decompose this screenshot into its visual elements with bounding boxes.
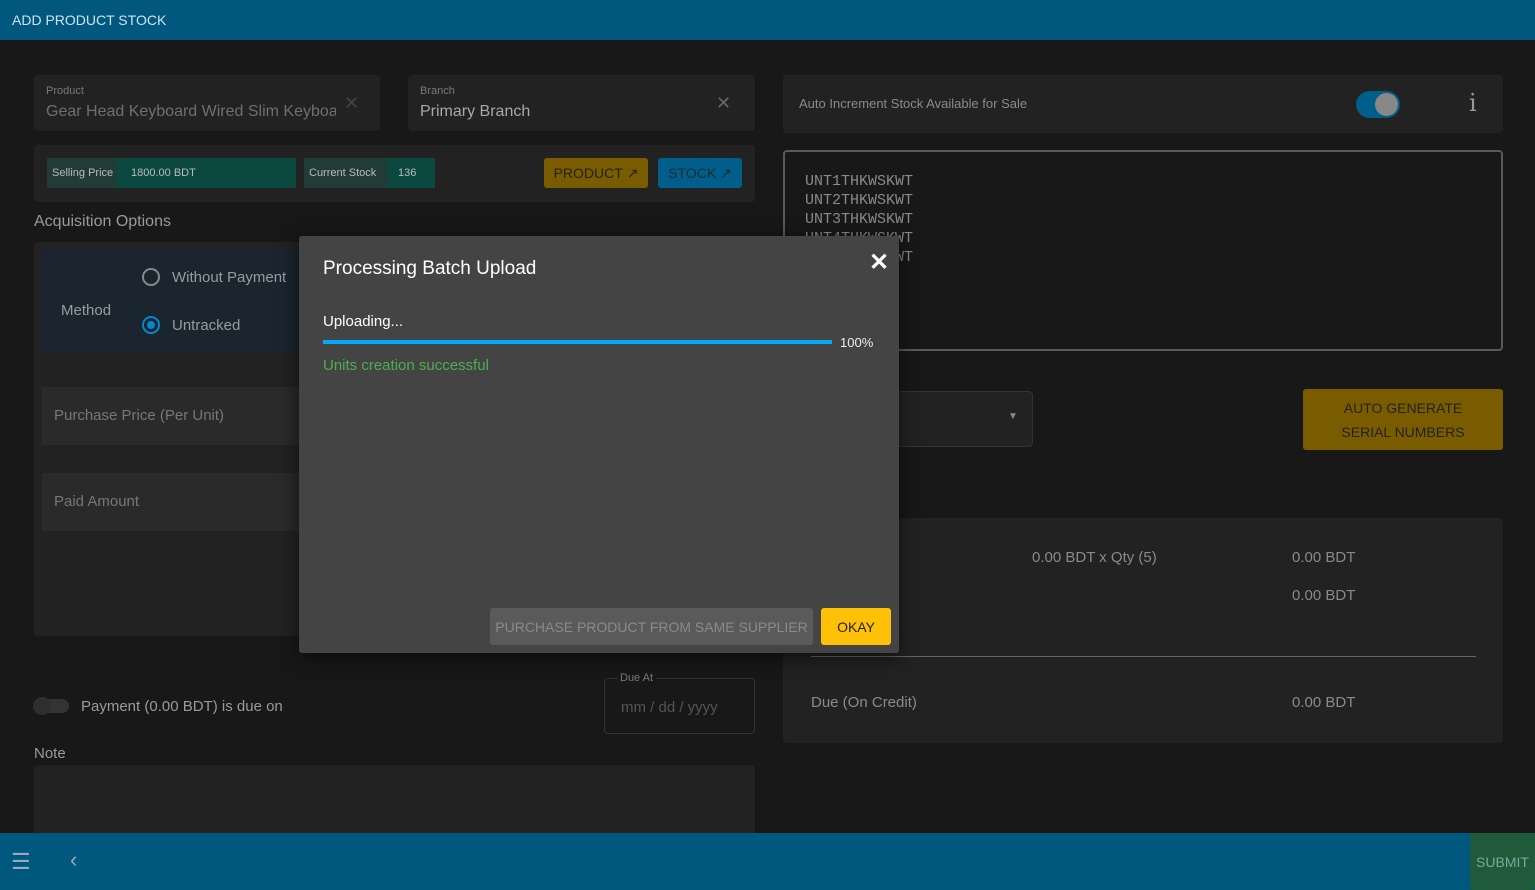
page-title: ADD PRODUCT STOCK <box>12 12 167 28</box>
purchase-price-input[interactable]: Purchase Price (Per Unit) <box>42 387 334 445</box>
progress-label: 100% <box>840 335 874 350</box>
app-header: ADD PRODUCT STOCK <box>0 0 1535 40</box>
due-at-label: Due At <box>617 672 657 684</box>
clear-branch-icon[interactable]: ✕ <box>716 93 731 114</box>
serial-5: UNT5THKWSKWT <box>805 248 1481 267</box>
radio-without-payment[interactable] <box>142 268 160 286</box>
summary-row-1-value: 0.00 BDT <box>1292 549 1356 566</box>
submit-button[interactable]: SUBMIT <box>1470 833 1535 890</box>
serial-3: UNT3THKWSKWT <box>805 211 914 228</box>
method-label: Method <box>61 302 112 319</box>
chevron-down-icon: ▼ <box>1008 411 1018 422</box>
method-group: Method Without Payment Untracked <box>42 250 334 353</box>
progress-bar <box>323 340 832 344</box>
auto-increment-toggle[interactable] <box>1356 91 1400 118</box>
selling-price-text: 1800.00 BDT <box>131 167 196 179</box>
stock-link-button[interactable]: STOCK ↗ <box>658 158 742 188</box>
current-stock-label: Current Stock <box>304 158 387 188</box>
note-input[interactable] <box>34 765 755 835</box>
okay-button[interactable]: OKAY <box>821 608 891 645</box>
payment-due-toggle[interactable] <box>33 697 69 715</box>
note-label: Note <box>34 745 66 762</box>
paid-amount-input[interactable]: Paid Amount <box>42 473 334 531</box>
option-untracked[interactable]: Untracked <box>172 317 240 334</box>
serial-1: UNT1THKWSKWT <box>805 173 914 190</box>
serial-4: UNT4THKWSKWT <box>805 229 1481 248</box>
product-label: Product <box>46 85 84 97</box>
product-info-bar: Selling Price 1800.00 BDT Selling Price … <box>34 145 755 202</box>
branch-field[interactable]: Branch Primary Branch ✕ <box>408 75 755 131</box>
auto-generate-serial-button[interactable]: AUTO GENERATE SERIAL NUMBERS <box>1303 389 1503 450</box>
acquisition-title: Acquisition Options <box>34 213 171 230</box>
summary-divider <box>811 656 1476 657</box>
auto-increment-label: Auto Increment Stock Available for Sale <box>799 96 1028 111</box>
summary-row-2-value: 0.00 BDT <box>1292 587 1356 604</box>
payment-due-text: Payment (0.00 BDT) is due on <box>81 698 283 715</box>
due-at-date-input[interactable]: Due At mm / dd / yyyy <box>604 672 755 734</box>
branch-value: Primary Branch <box>420 103 531 120</box>
product-value: Gear Head Keyboard Wired Slim Keyboar <box>46 103 336 120</box>
radio-untracked[interactable] <box>142 316 160 334</box>
selling-price-value: 1800.00 BDT <box>96 158 296 188</box>
stock-button-label: STOCK <box>668 165 717 181</box>
date-placeholder: mm / dd / yyyy <box>621 699 718 716</box>
due-value: 0.00 BDT <box>1292 694 1356 711</box>
bottom-bar: ☰ ‹ SUBMIT <box>0 833 1535 890</box>
product-button-label: PRODUCT <box>553 165 623 181</box>
selling-price-label-text: Selling Price <box>52 167 114 179</box>
batch-upload-modal: Processing Batch Upload ✕ Uploading... 1… <box>299 236 899 653</box>
clear-product-icon[interactable]: ✕ <box>344 93 359 114</box>
back-chevron-icon[interactable]: ‹ <box>70 847 77 873</box>
info-icon[interactable]: i <box>1469 89 1477 117</box>
close-icon[interactable]: ✕ <box>869 248 889 277</box>
modal-title: Processing Batch Upload <box>323 258 537 279</box>
option-without-payment[interactable]: Without Payment <box>172 269 286 286</box>
purchase-same-supplier-button[interactable]: PURCHASE PRODUCT FROM SAME SUPPLIER <box>490 608 813 645</box>
external-link-icon: ↗ <box>720 164 732 181</box>
product-link-button[interactable]: PRODUCT ↗ <box>544 158 648 188</box>
selling-price-chip-label: Selling Price <box>47 158 117 188</box>
upload-status: Uploading... <box>323 313 404 330</box>
success-message: Units creation successful <box>323 357 489 374</box>
acquisition-panel: Method Without Payment Untracked Purchas… <box>34 242 334 636</box>
progress-fill <box>323 340 832 344</box>
due-label: Due (On Credit) <box>811 694 917 711</box>
current-stock-value: 136 <box>387 158 435 188</box>
external-link-icon: ↗ <box>626 164 639 181</box>
auto-increment-row: Auto Increment Stock Available for Sale … <box>783 75 1503 133</box>
menu-icon[interactable]: ☰ <box>11 849 31 875</box>
summary-row-1-middle: 0.00 BDT x Qty (5) <box>1032 549 1157 566</box>
serial-2: UNT2THKWSKWT <box>805 192 914 209</box>
branch-label: Branch <box>420 85 455 97</box>
product-field[interactable]: Product Gear Head Keyboard Wired Slim Ke… <box>34 75 380 131</box>
